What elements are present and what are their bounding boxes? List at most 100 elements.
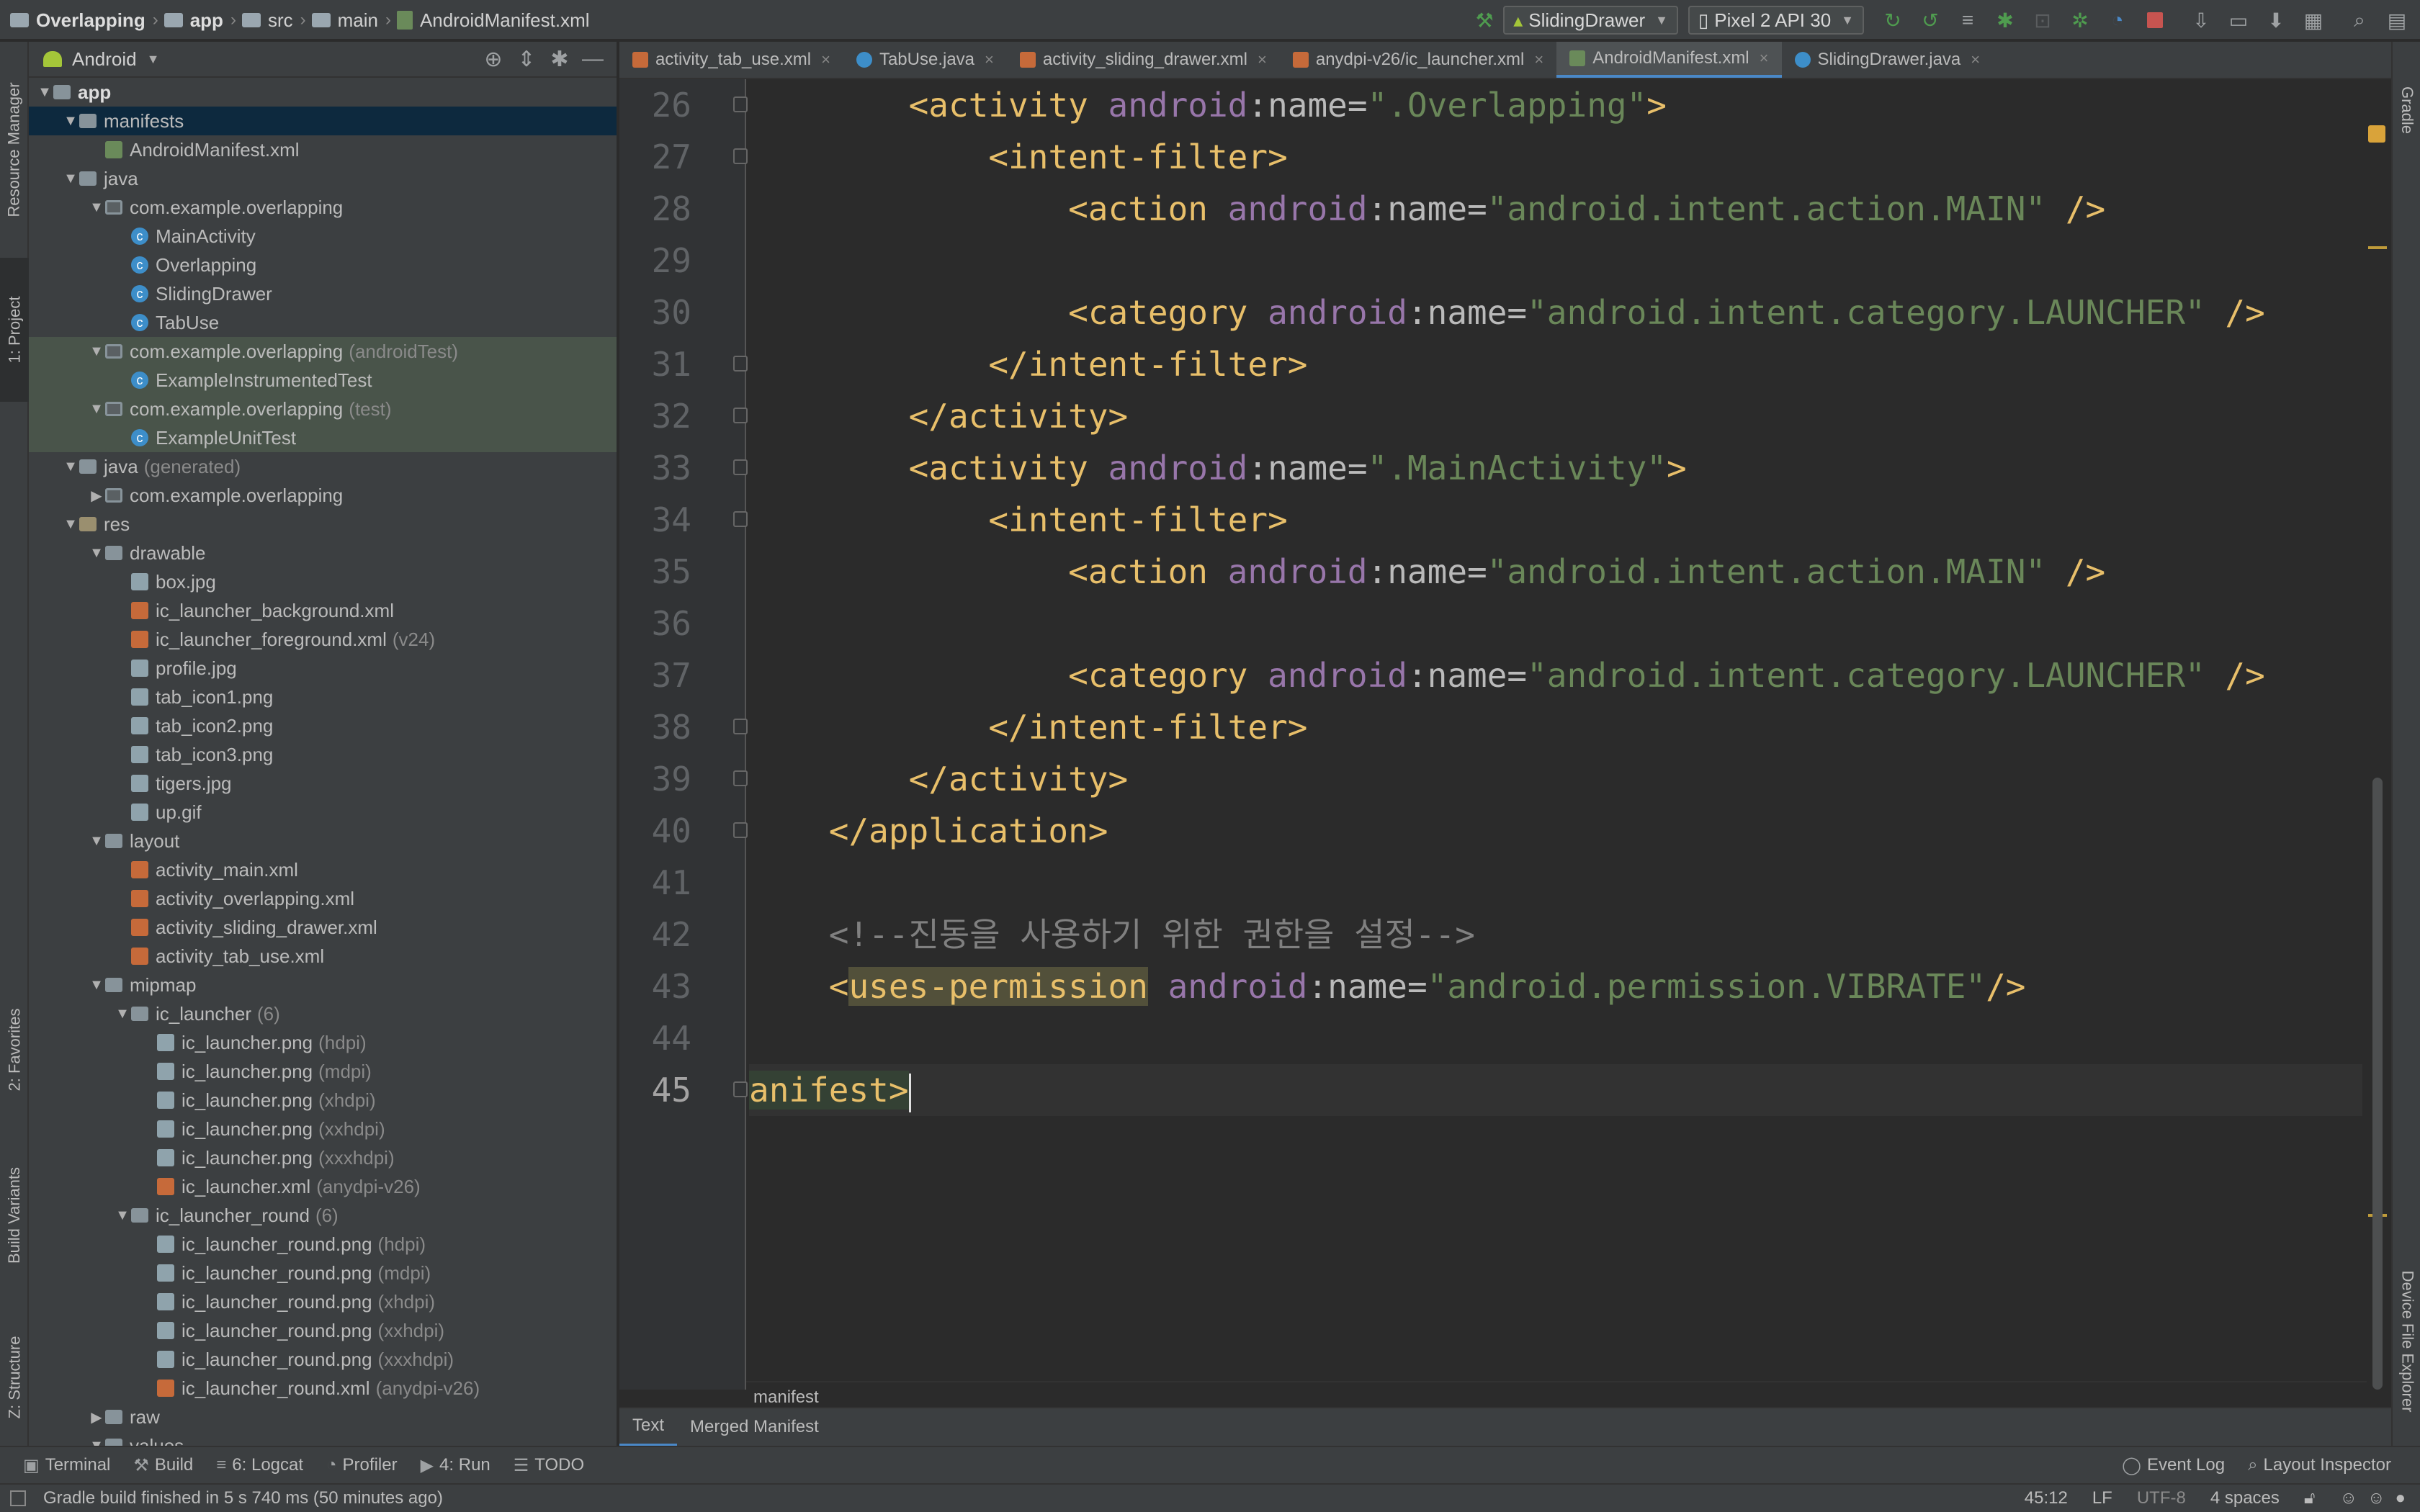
tree-folder-row[interactable]: ▶ raw	[29, 1403, 617, 1431]
tree-file-row[interactable]: ic_launcher.png (hdpi)	[29, 1028, 617, 1057]
sync-icon[interactable]: ⇩	[2188, 7, 2214, 33]
tree-file-row[interactable]: tab_icon2.png	[29, 711, 617, 740]
chevron-down-icon[interactable]: ▼	[88, 199, 105, 216]
breadcrumb-item[interactable]: src ›	[241, 9, 312, 32]
tree-folder-row[interactable]: ▼ manifests	[29, 107, 617, 135]
search-icon[interactable]: ⌕	[2347, 7, 2372, 33]
fold-marker-icon[interactable]	[733, 719, 748, 734]
tool-window-button[interactable]: ▶ 4: Run	[421, 1455, 490, 1476]
chevron-right-icon[interactable]: ▶	[88, 1408, 105, 1426]
tree-folder-row[interactable]: ▶ com.example.overlapping	[29, 481, 617, 510]
collapse-all-icon[interactable]: ⇕	[510, 47, 543, 72]
scroll-marker[interactable]	[2368, 246, 2387, 249]
tree-folder-row[interactable]: ▼ com.example.overlapping (androidTest)	[29, 337, 617, 366]
code-view[interactable]: <activity android:name=".Overlapping"> <…	[749, 79, 2362, 1390]
fold-marker-icon[interactable]	[733, 1081, 748, 1097]
chevron-down-icon[interactable]: ▼	[62, 113, 79, 130]
tree-file-row[interactable]: c ExampleInstrumentedTest	[29, 366, 617, 395]
file-encoding[interactable]: UTF-8	[2137, 1488, 2186, 1508]
tree-folder-row[interactable]: ▼ layout	[29, 827, 617, 855]
project-tab[interactable]: 1: Project	[0, 258, 29, 402]
breadcrumb-manifest[interactable]: manifest	[753, 1387, 819, 1408]
close-icon[interactable]: ×	[1971, 50, 1980, 69]
tree-file-row[interactable]: c Overlapping	[29, 251, 617, 279]
editor-subtab[interactable]: Merged Manifest	[677, 1408, 832, 1446]
chevron-down-icon[interactable]: ▼	[114, 1207, 131, 1224]
caret-position[interactable]: 45:12	[2025, 1488, 2068, 1508]
editor-tab[interactable]: TabUse.java ×	[843, 42, 1007, 78]
tree-file-row[interactable]: c ExampleUnitTest	[29, 423, 617, 452]
tree-file-row[interactable]: ic_launcher_background.xml	[29, 596, 617, 625]
tree-file-row[interactable]: ic_launcher_round.xml (anydpi-v26)	[29, 1374, 617, 1403]
attach-debugger-icon[interactable]: ⊡	[2030, 7, 2056, 33]
tree-file-row[interactable]: ic_launcher_round.png (xhdpi)	[29, 1287, 617, 1316]
profile-icon[interactable]: ✲	[2067, 7, 2093, 33]
tool-window-button[interactable]: ≡ 6: Logcat	[216, 1455, 303, 1475]
resource-manager-tab[interactable]: Resource Manager	[0, 56, 29, 243]
structure-tab[interactable]: Z: Structure	[0, 1309, 29, 1446]
tree-file-row[interactable]: tab_icon1.png	[29, 683, 617, 711]
tree-file-row[interactable]: ic_launcher_round.png (hdpi)	[29, 1230, 617, 1259]
tree-file-row[interactable]: ic_launcher.png (xxxhdpi)	[29, 1143, 617, 1172]
tree-folder-row[interactable]: ▼ com.example.overlapping (test)	[29, 395, 617, 423]
chevron-down-icon[interactable]: ▼	[88, 545, 105, 562]
tree-file-row[interactable]: activity_tab_use.xml	[29, 942, 617, 971]
tree-folder-row[interactable]: ▼ java	[29, 164, 617, 193]
tree-folder-row[interactable]: ▼ res	[29, 510, 617, 539]
tree-folder-row[interactable]: ▼ values	[29, 1431, 617, 1446]
chevron-right-icon[interactable]: ▶	[88, 487, 105, 505]
tree-file-row[interactable]: ic_launcher_round.png (mdpi)	[29, 1259, 617, 1287]
sdk-manager-icon[interactable]: ⬇	[2263, 7, 2289, 33]
tree-file-row[interactable]: ic_launcher_foreground.xml (v24)	[29, 625, 617, 654]
editor-scrollbar[interactable]	[2365, 79, 2391, 1390]
breadcrumb-item[interactable]: app ›	[163, 9, 242, 32]
feedback-icon[interactable]: ☺	[2367, 1488, 2385, 1508]
editor-subtab[interactable]: Text	[619, 1408, 678, 1446]
gear-icon[interactable]: ✱	[543, 47, 576, 72]
chevron-down-icon[interactable]: ▼	[88, 833, 105, 850]
project-view-selector[interactable]: Android	[72, 48, 137, 71]
tree-file-row[interactable]: c MainActivity	[29, 222, 617, 251]
hide-icon[interactable]: —	[576, 47, 609, 72]
tool-window-button[interactable]: ▣ Terminal	[23, 1455, 110, 1476]
tool-window-button[interactable]: ⌕ Layout Inspector	[2248, 1455, 2391, 1476]
tree-file-row[interactable]: box.jpg	[29, 567, 617, 596]
tree-file-row[interactable]: activity_sliding_drawer.xml	[29, 913, 617, 942]
fold-marker-icon[interactable]	[733, 96, 748, 112]
list-icon[interactable]: ≡	[1955, 7, 1981, 33]
locate-icon[interactable]: ⊕	[477, 47, 510, 72]
breadcrumb-item[interactable]: AndroidManifest.xml	[396, 9, 590, 32]
run-config-selector[interactable]: ▴ SlidingDrawer ▼	[1503, 6, 1678, 35]
fold-marker-icon[interactable]	[733, 511, 748, 527]
warning-indicator-icon[interactable]	[2368, 125, 2385, 143]
tree-file-row[interactable]: tigers.jpg	[29, 769, 617, 798]
tree-folder-row[interactable]: ▼ mipmap	[29, 971, 617, 999]
chevron-down-icon[interactable]: ▼	[62, 171, 79, 187]
tree-folder-row[interactable]: ▼ drawable	[29, 539, 617, 567]
editor-tab[interactable]: activity_tab_use.xml ×	[619, 42, 843, 78]
indent-setting[interactable]: 4 spaces	[2210, 1488, 2280, 1508]
avd-manager-icon[interactable]: ▭	[2226, 7, 2251, 33]
chevron-down-icon[interactable]: ▼	[88, 1438, 105, 1446]
chevron-down-icon[interactable]: ▼	[62, 516, 79, 533]
tree-file-row[interactable]: ic_launcher_round.png (xxhdpi)	[29, 1316, 617, 1345]
tool-window-button[interactable]: ☰ TODO	[514, 1455, 584, 1476]
event-icon[interactable]: ●	[2396, 1488, 2406, 1508]
tree-file-row[interactable]: AndroidManifest.xml	[29, 135, 617, 164]
tree-folder-row[interactable]: ▼ java (generated)	[29, 452, 617, 481]
tree-file-row[interactable]: activity_main.xml	[29, 855, 617, 884]
apply-changes-icon[interactable]: ↻	[1880, 7, 1906, 33]
close-icon[interactable]: ×	[1760, 49, 1769, 68]
tree-file-row[interactable]: ic_launcher.png (xxhdpi)	[29, 1115, 617, 1143]
fold-marker-icon[interactable]	[733, 459, 748, 475]
debug-icon[interactable]: ✱	[1992, 7, 2018, 33]
editor-tab[interactable]: SlidingDrawer.java ×	[1782, 42, 1994, 78]
stop-icon[interactable]	[2142, 7, 2168, 33]
hammer-icon[interactable]: ⚒	[1471, 7, 1497, 33]
fold-marker-icon[interactable]	[733, 408, 748, 423]
tree-file-row[interactable]: activity_overlapping.xml	[29, 884, 617, 913]
build-variants-tab[interactable]: Build Variants	[0, 1136, 29, 1295]
tree-file-row[interactable]: up.gif	[29, 798, 617, 827]
tool-window-button[interactable]: ◔ Profiler	[326, 1455, 398, 1475]
editor-tab[interactable]: AndroidManifest.xml ×	[1556, 42, 1782, 78]
